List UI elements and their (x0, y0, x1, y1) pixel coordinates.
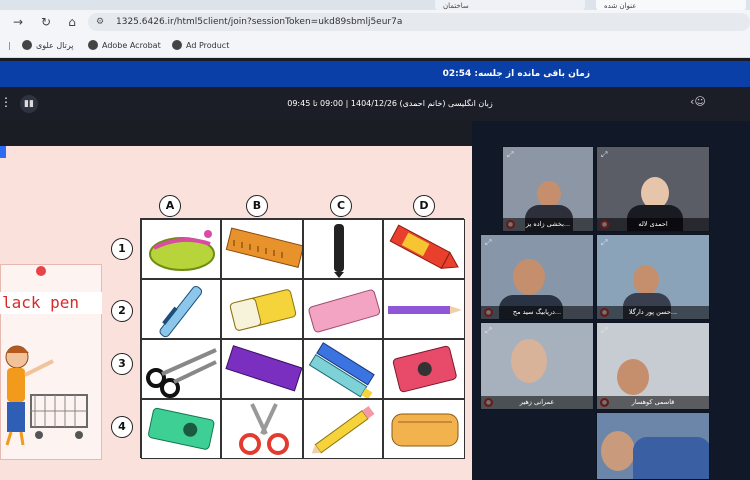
fullscreen-icon[interactable]: ⤢ (485, 326, 491, 336)
site-settings-icon[interactable]: ⚙ (96, 13, 104, 31)
green-sharpener-icon (148, 407, 215, 450)
grid-cell-pencil-case (141, 219, 221, 279)
menu-icon[interactable]: ⋮ (0, 95, 12, 109)
connection-stats-icon[interactable]: ▮▮ (20, 95, 38, 113)
participant-name: عمرانی زهیر (481, 396, 593, 409)
red-sharpener-icon (392, 345, 457, 393)
row-label: 2 (111, 300, 133, 322)
purple-pencil-icon (388, 306, 462, 314)
participant-face (513, 259, 545, 295)
session-timer-bar: زمان باقی مانده از جلسه: 02:54 (0, 61, 750, 87)
grid-cell-black-scissors (141, 339, 221, 399)
participant-name: دریابیگ سید مح... (481, 306, 593, 319)
bookmark-item[interactable]: Adobe Acrobat (88, 39, 161, 53)
participant-name: حسن پور دارگلا... (597, 306, 709, 319)
fullscreen-icon[interactable]: ⤢ (601, 238, 607, 248)
home-icon[interactable]: ⌂ (64, 14, 80, 30)
globe-icon (22, 40, 32, 50)
column-label: C (330, 195, 352, 217)
bookmarks-bar: | پرتال علوی Adobe Acrobat Ad Product (0, 34, 750, 58)
participant-video[interactable]: ⤢ ● بخشی زاده یز... (502, 146, 594, 232)
grid-cell-pink-eraser (303, 279, 383, 339)
pin-icon (36, 266, 46, 276)
fullscreen-icon[interactable]: ⤢ (601, 326, 607, 336)
bookmark-item[interactable]: پرتال علوی (22, 39, 73, 53)
grid-cell-orange-pencil-case (383, 399, 465, 459)
row-label: 1 (111, 238, 133, 260)
participant-name: بخشی زاده یز... (503, 218, 593, 231)
grid-cell-ruler (221, 219, 303, 279)
row-label: 3 (111, 353, 133, 375)
participant-video[interactable]: ⤢ ● احمدی لاله (596, 146, 710, 232)
reload-icon[interactable]: ↻ (38, 14, 54, 30)
participant-name: احمدی لاله (597, 218, 709, 231)
grid-cell-blue-pen (141, 279, 221, 339)
timer-value: 02:54 (442, 69, 472, 79)
red-scissors-icon (239, 403, 289, 455)
orange-pencil-case-icon (391, 413, 459, 447)
participant-video[interactable]: ⤢ ● دریابیگ سید مح... (480, 234, 594, 320)
participant-video[interactable]: ⤢ ● حسن پور دارگلا... (596, 234, 710, 320)
grid-cell-purple-pencil (383, 279, 465, 339)
timer-label: زمان باقی مانده از جلسه: (474, 69, 590, 79)
column-label: D (413, 195, 435, 217)
participant-video[interactable]: ⤢ ● عمرانی زهیر (480, 322, 594, 410)
bookmark-item[interactable]: Ad Product (172, 39, 229, 53)
pink-eraser-icon (308, 289, 381, 333)
webcam-panel: ⤢ ● بخشی زاده یز... ⤢ ● احمدی لاله ⤢ ● د… (472, 121, 750, 480)
blue-pen-icon (159, 285, 203, 338)
fullscreen-icon[interactable]: ⤢ (507, 150, 513, 160)
fullscreen-icon[interactable]: ⤢ (601, 150, 607, 160)
ruler-icon (225, 227, 302, 268)
grid-cell-green-sharpener (141, 399, 221, 459)
yellow-eraser-icon (229, 289, 297, 331)
column-label: B (246, 195, 268, 217)
grid-cell-black-pen (303, 219, 383, 279)
grid-cell-yellow-eraser (221, 279, 303, 339)
black-pen-icon (334, 224, 344, 278)
participant-video[interactable]: ⤢ ● قاسمی کوهسار (596, 322, 710, 410)
participant-face (511, 339, 547, 383)
pencil-case-icon (149, 230, 215, 271)
session-title: زبان انگلیسی (خانم احمدی) 1404/12/26 | 0… (287, 99, 493, 108)
yellow-pencil-icon (311, 405, 375, 454)
grid-cell-crayon (383, 219, 465, 279)
word-card-text: lack pen (0, 292, 102, 314)
participant-face (537, 181, 561, 207)
crayon-icon (389, 224, 459, 270)
grid-cell-purple-ruler (221, 339, 303, 399)
globe-icon (172, 40, 182, 50)
grid-cell-red-scissors (221, 399, 303, 459)
grid-cell-red-sharpener (383, 339, 465, 399)
participant-face (633, 265, 659, 295)
users-list-icon[interactable]: ‹☺ (690, 95, 706, 108)
globe-icon (88, 40, 98, 50)
bookmark-folder-icon: | (8, 41, 11, 50)
stationery-grid (140, 218, 465, 459)
address-bar[interactable]: ⚙ 1325.6426.ir/html5client/join?sessionT… (88, 13, 750, 31)
slide-accent (0, 146, 6, 158)
grid-cell-yellow-pencil (303, 399, 383, 459)
grid-cell-markers (303, 339, 383, 399)
fullscreen-icon[interactable]: ⤢ (485, 238, 491, 248)
browser-toolbar: → ↻ ⌂ ⚙ 1325.6426.ir/html5client/join?se… (0, 10, 750, 34)
black-scissors-icon (146, 348, 217, 398)
participant-face (601, 431, 635, 471)
column-label: A (159, 195, 181, 217)
participant-video[interactable] (596, 412, 710, 480)
url-text: 1325.6426.ir/html5client/join?sessionTok… (116, 17, 403, 27)
session-header: ⋮ ▮▮ زبان انگلیسی (خانم احمدی) 1404/12/2… (0, 87, 750, 121)
markers-icon (308, 342, 375, 398)
participant-body (633, 437, 709, 479)
purple-ruler-icon (225, 345, 302, 392)
participant-face (617, 359, 649, 395)
forward-icon[interactable]: → (10, 14, 26, 30)
participant-name: قاسمی کوهسار (597, 396, 709, 409)
row-label: 4 (111, 416, 133, 438)
